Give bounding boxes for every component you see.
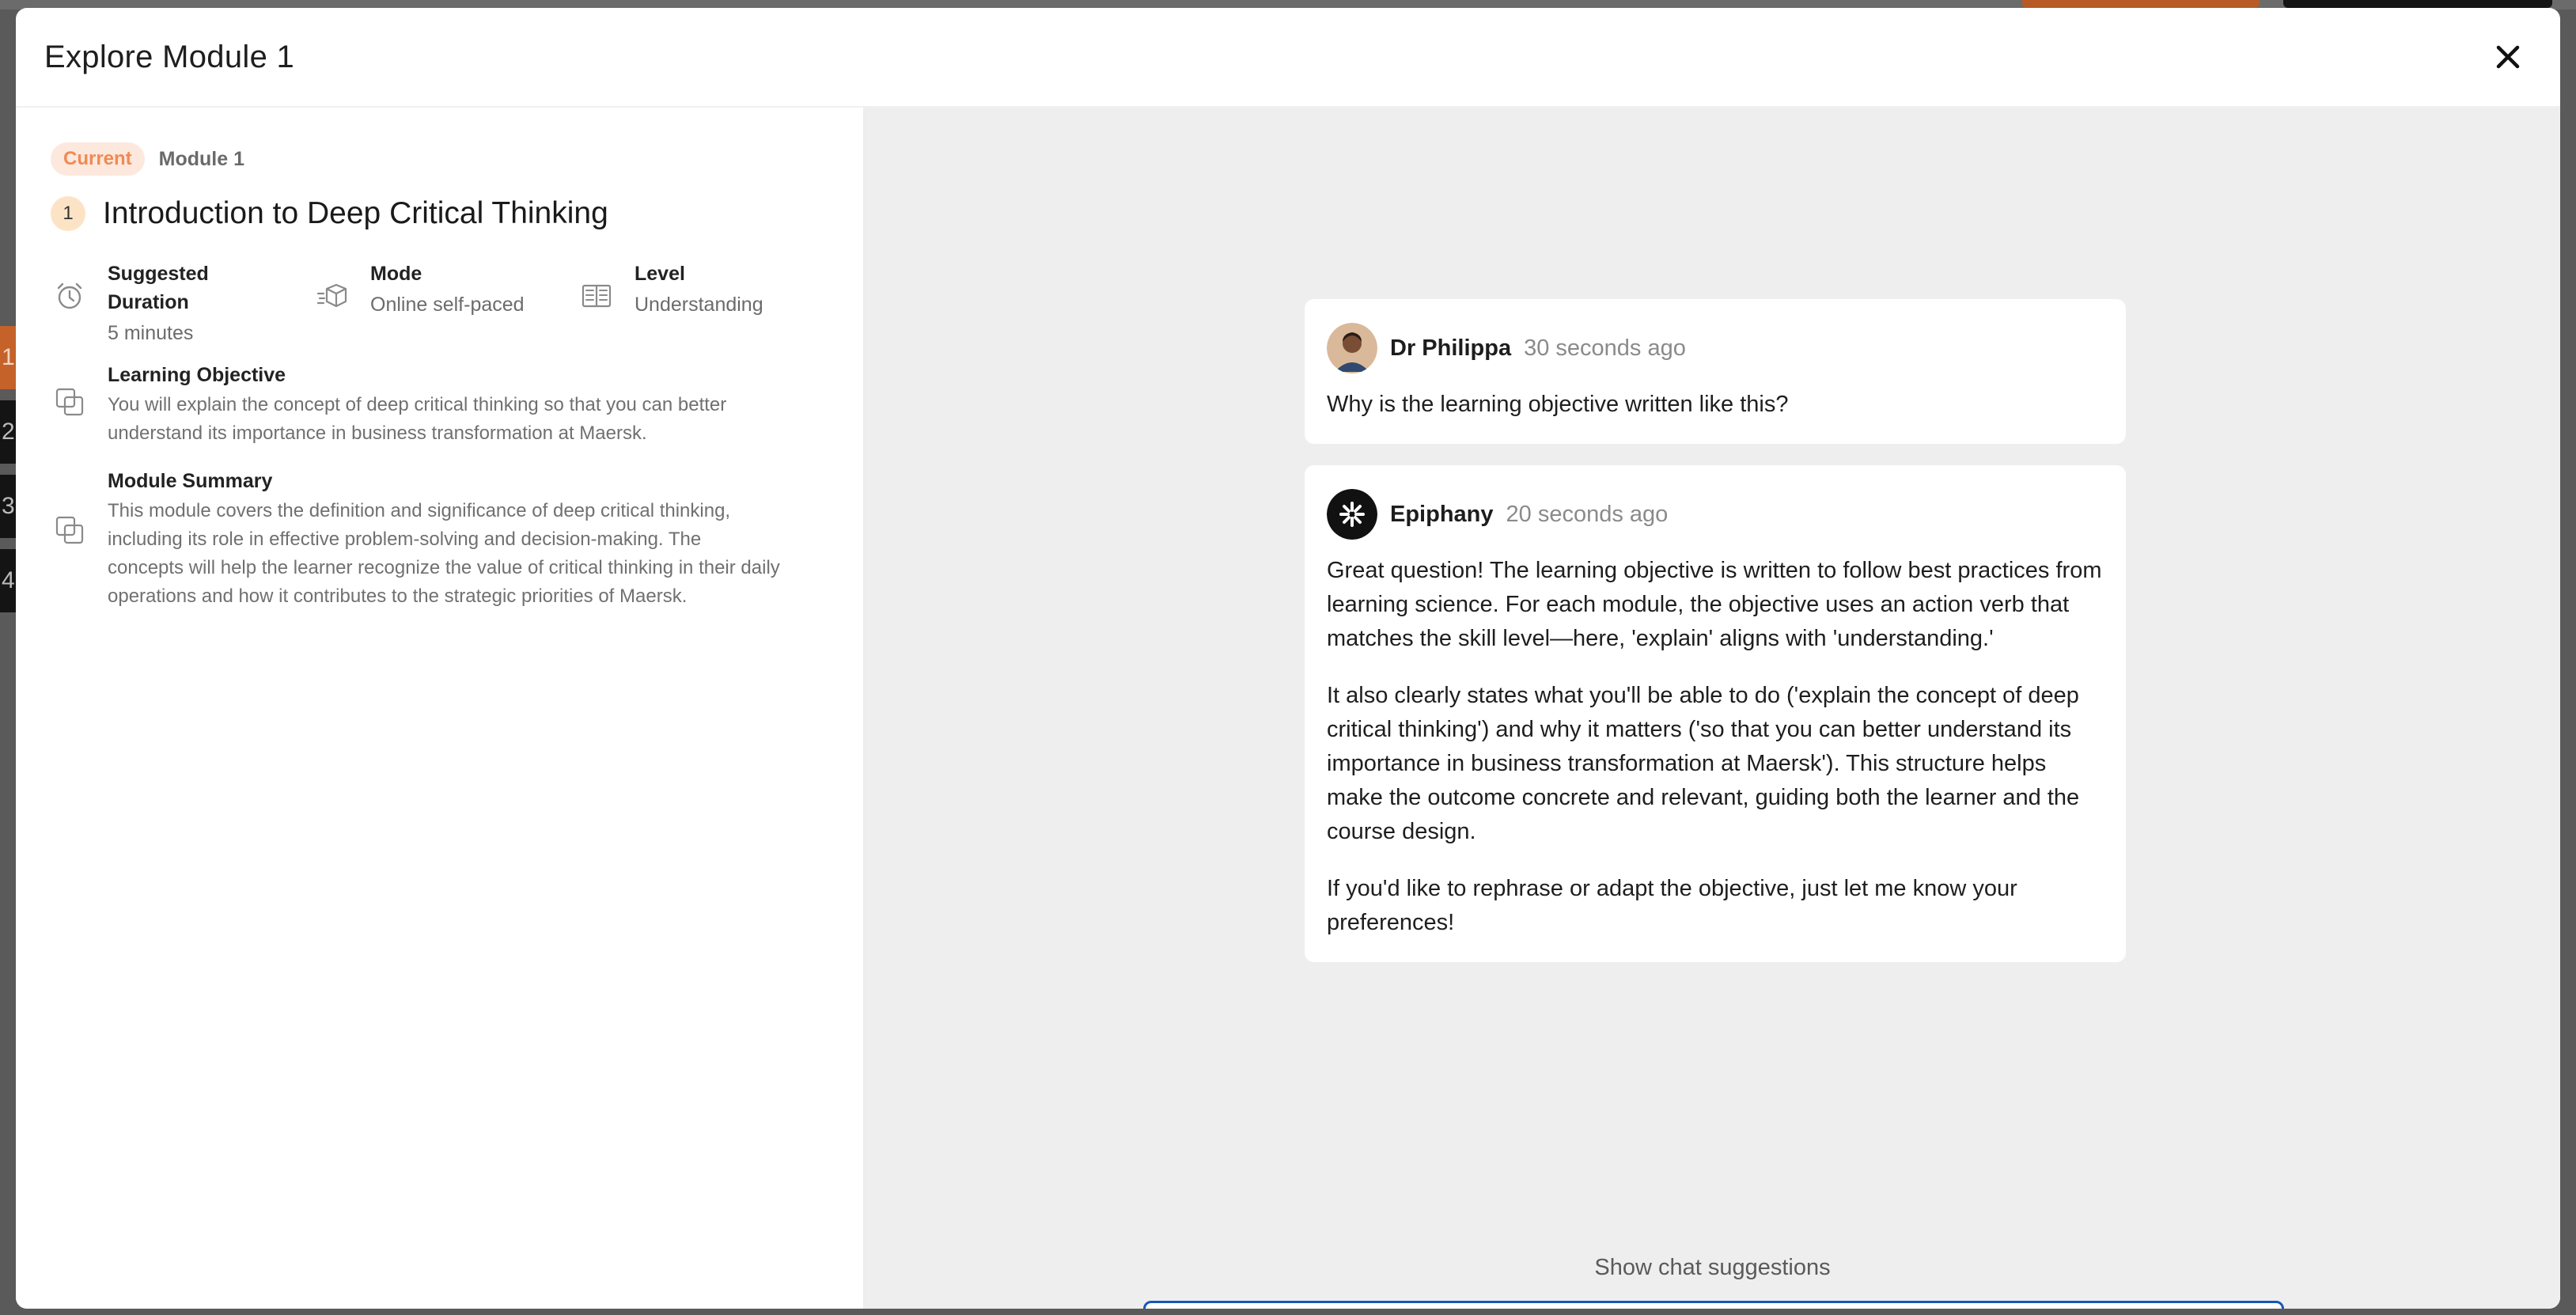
message-sender: Epiphany bbox=[1390, 501, 1494, 527]
level-value: Understanding bbox=[635, 294, 763, 316]
message-sender: Dr Philippa bbox=[1390, 335, 1512, 361]
objective-label: Learning Objective bbox=[108, 364, 286, 386]
module-tag: Module 1 bbox=[158, 147, 245, 170]
duration-value: 5 minutes bbox=[108, 322, 194, 344]
module-title: Introduction to Deep Critical Thinking bbox=[103, 196, 608, 230]
clock-icon bbox=[51, 277, 89, 315]
status-badge: Current bbox=[51, 142, 145, 176]
summary-text: This module covers the definition and si… bbox=[108, 500, 780, 607]
explore-module-dialog: Explore Module 1 Current Module 1 1 Intr… bbox=[16, 8, 2560, 1309]
book-open-icon bbox=[578, 277, 616, 315]
learning-objective-block: Learning Objective You will explain the … bbox=[51, 361, 828, 448]
box-speed-icon bbox=[313, 277, 351, 315]
duration-label: Suggested Duration bbox=[108, 263, 209, 313]
message-time: 30 seconds ago bbox=[1524, 335, 1686, 361]
chat-message-user: Dr Philippa 30 seconds ago Why is the le… bbox=[1305, 299, 2126, 444]
chat-panel: Dr Philippa 30 seconds ago Why is the le… bbox=[865, 108, 2560, 1309]
background-step-2: 2 bbox=[0, 400, 16, 464]
summary-label: Module Summary bbox=[108, 470, 273, 492]
level-label: Level bbox=[635, 263, 685, 285]
dialog-header: Explore Module 1 bbox=[16, 8, 2560, 108]
message-paragraph: Great question! The learning objective i… bbox=[1327, 558, 2102, 651]
mode-label: Mode bbox=[370, 263, 422, 285]
duration-meta: Suggested Duration 5 minutes bbox=[51, 260, 313, 348]
user-avatar bbox=[1327, 323, 1377, 373]
background-step-1: 1 bbox=[0, 326, 16, 389]
message-time: 20 seconds ago bbox=[1506, 501, 1669, 527]
copy-squares-icon bbox=[51, 511, 89, 549]
mode-meta: Mode Online self-paced bbox=[313, 260, 578, 348]
epiphany-logo-icon bbox=[1327, 489, 1377, 540]
show-chat-suggestions-button[interactable]: Show chat suggestions bbox=[865, 1255, 2560, 1281]
background-button-dark bbox=[2283, 0, 2552, 8]
chat-message-assistant: Epiphany 20 seconds ago Great question! … bbox=[1305, 465, 2126, 962]
level-meta: Level Understanding bbox=[578, 260, 763, 348]
message-composer bbox=[1143, 1301, 2284, 1309]
module-details-panel: Current Module 1 1 Introduction to Deep … bbox=[16, 108, 865, 1309]
message-paragraph: If you'd like to rephrase or adapt the o… bbox=[1327, 876, 2017, 935]
module-summary-block: Module Summary This module covers the de… bbox=[51, 467, 828, 611]
message-text: Why is the learning objective written li… bbox=[1327, 392, 1789, 417]
background-step-4: 4 bbox=[0, 549, 16, 612]
copy-squares-icon bbox=[51, 383, 89, 421]
module-number: 1 bbox=[51, 196, 85, 231]
close-button[interactable] bbox=[2484, 33, 2532, 81]
background-button-orange bbox=[2022, 0, 2260, 8]
mode-value: Online self-paced bbox=[370, 294, 525, 316]
close-icon bbox=[2496, 45, 2520, 69]
dialog-title: Explore Module 1 bbox=[44, 39, 295, 74]
objective-text: You will explain the concept of deep cri… bbox=[108, 394, 727, 444]
background-step-3: 3 bbox=[0, 475, 16, 538]
message-paragraph: It also clearly states what you'll be ab… bbox=[1327, 683, 2080, 844]
